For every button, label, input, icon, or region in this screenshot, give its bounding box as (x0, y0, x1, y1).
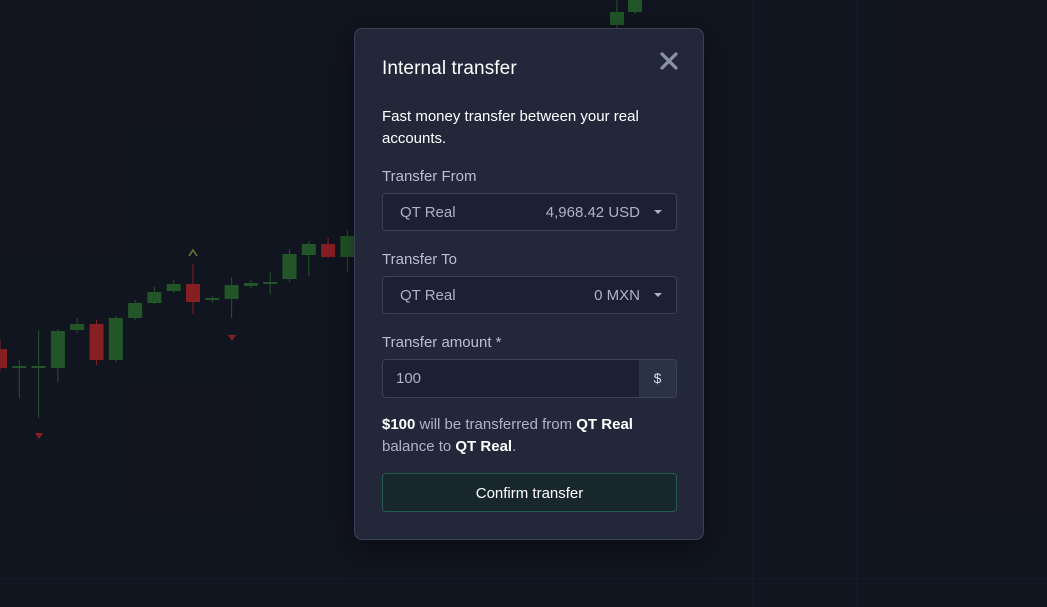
transfer-to-account-name: QT Real (400, 287, 456, 304)
candle (108, 316, 123, 362)
candle (70, 318, 85, 333)
candle-body (147, 292, 162, 303)
candle-body (70, 324, 85, 330)
transfer-from-label: Transfer From (382, 168, 477, 185)
candle (12, 360, 27, 398)
candle (610, 0, 624, 28)
candle-body (263, 282, 278, 284)
candle-body (340, 236, 355, 257)
sell-signal-marker (35, 433, 43, 439)
summary-text: . (512, 438, 517, 455)
candle-body (243, 283, 258, 286)
candle-body (0, 349, 7, 368)
candle-body (12, 366, 27, 368)
candle-body (282, 254, 297, 279)
currency-symbol: $ (639, 360, 676, 397)
caret-down-icon (654, 210, 662, 214)
transfer-amount-input[interactable] (383, 360, 640, 397)
candle-body (628, 0, 642, 12)
candle (301, 241, 316, 276)
candle (243, 280, 258, 288)
candle (31, 330, 46, 418)
summary-amount: $100 (382, 416, 416, 433)
close-button[interactable] (657, 49, 681, 73)
modal-description: Fast money transfer between your real ac… (382, 108, 639, 147)
candle (205, 296, 220, 303)
candle (147, 287, 162, 304)
transfer-from-balance: 4,968.42 USD (545, 204, 640, 221)
trading-chart-background: Internal transfer Fast money transfer be… (0, 0, 1047, 607)
candle (50, 329, 65, 382)
candle (263, 272, 278, 294)
candle-body (108, 318, 123, 360)
sell-signal-marker (228, 335, 236, 341)
transfer-amount-field: $ (382, 359, 677, 398)
summary-from-account: QT Real (576, 416, 633, 433)
candle (340, 230, 355, 272)
internal-transfer-modal: Internal transfer Fast money transfer be… (354, 28, 704, 540)
candle-body (205, 298, 220, 300)
caret-down-icon (654, 293, 662, 297)
candle (166, 280, 181, 293)
candle-body (224, 285, 239, 299)
transfer-summary: $100 will be transferred from QT Real ba… (382, 414, 682, 458)
candle-body (89, 324, 104, 360)
candle-body (128, 303, 143, 318)
transfer-to-label: Transfer To (382, 251, 458, 268)
transfer-to-balance: 0 MXN (594, 287, 640, 304)
close-icon (660, 52, 678, 70)
candle (224, 277, 239, 318)
transfer-to-select[interactable]: QT Real 0 MXN (382, 276, 677, 314)
candle-body (301, 244, 316, 255)
candle-body (186, 284, 200, 302)
candle-body (31, 366, 46, 368)
buy-signal-marker (188, 248, 198, 257)
candle (321, 238, 336, 258)
candle (628, 0, 642, 14)
transfer-from-select[interactable]: QT Real 4,968.42 USD (382, 193, 677, 231)
summary-text: will be transferred from (415, 416, 577, 433)
candle-body (610, 12, 624, 25)
summary-text: balance to (382, 438, 456, 455)
candle-body (50, 331, 65, 368)
confirm-transfer-button[interactable]: Confirm transfer (382, 473, 677, 512)
candle (0, 340, 7, 371)
candle (282, 249, 297, 282)
candle-body (166, 284, 181, 291)
transfer-amount-label: Transfer amount * (382, 334, 502, 351)
candle (186, 264, 200, 314)
candle-body (321, 244, 336, 257)
candle (128, 300, 143, 320)
candle (89, 320, 104, 365)
modal-title: Internal transfer (382, 58, 517, 79)
transfer-from-account-name: QT Real (400, 204, 456, 221)
summary-to-account: QT Real (455, 438, 513, 455)
